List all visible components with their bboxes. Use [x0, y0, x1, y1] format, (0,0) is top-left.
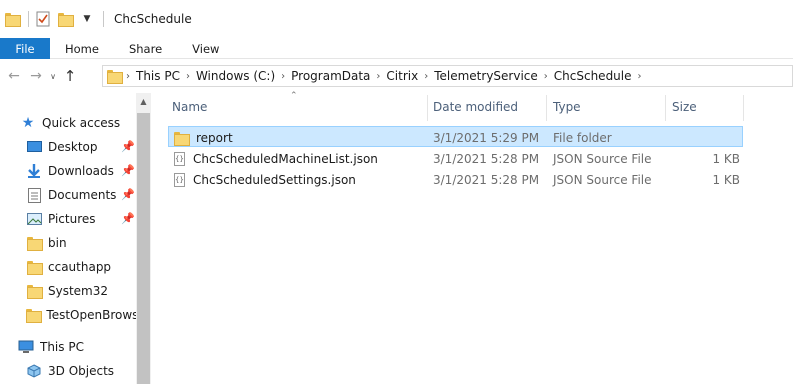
file-size: 1 KB	[712, 151, 740, 166]
address-bar[interactable]: › This PC › Windows (C:) › ProgramData ›…	[102, 65, 793, 87]
breadcrumb-this-pc[interactable]: This PC	[131, 69, 185, 83]
column-header-date-modified[interactable]: Date modified	[427, 93, 547, 121]
breadcrumb-telemetryservice[interactable]: TelemetryService	[429, 69, 543, 83]
file-type: File folder	[553, 130, 612, 145]
folder-icon	[26, 283, 43, 299]
tab-home[interactable]: Home	[50, 38, 114, 59]
nav-documents[interactable]: Documents 📌	[26, 183, 150, 207]
nav-bin[interactable]: bin	[26, 231, 150, 255]
cube-icon	[26, 363, 42, 379]
column-header-type[interactable]: Type	[547, 93, 665, 121]
pictures-icon	[26, 211, 42, 227]
breadcrumb-windows-c[interactable]: Windows (C:)	[191, 69, 280, 83]
nav-testopenbrowse[interactable]: TestOpenBrowse	[26, 303, 136, 327]
forward-button[interactable]: →	[25, 65, 47, 87]
scroll-thumb[interactable]	[137, 113, 150, 384]
folder-icon[interactable]	[4, 11, 21, 27]
file-size: 1 KB	[712, 172, 740, 187]
navigation-bar: ← → ∨ ↑ › This PC › Windows (C:) › Progr…	[0, 59, 793, 93]
nav-pane-scrollbar[interactable]: ▲	[136, 93, 151, 384]
tab-view[interactable]: View	[177, 38, 234, 59]
file-type: JSON Source File	[553, 151, 652, 166]
documents-icon	[26, 187, 42, 203]
file-date: 3/1/2021 5:29 PM	[433, 130, 540, 145]
column-header-name[interactable]: Name	[166, 93, 426, 121]
file-list: ⌃ Name Date modified Type Size report 3/…	[152, 91, 793, 384]
file-size	[672, 127, 740, 148]
folder-icon	[26, 235, 43, 251]
pin-icon[interactable]: 📌	[121, 188, 135, 201]
divider	[103, 11, 104, 27]
folder-icon	[26, 307, 43, 323]
title-bar: ▼ ChcSchedule	[0, 0, 793, 38]
nav-ccauthapp[interactable]: ccauthapp	[26, 255, 150, 279]
pin-icon[interactable]: 📌	[121, 164, 135, 177]
file-name-cell: {} ChcScheduledMachineList.json	[174, 148, 378, 169]
nav-this-pc[interactable]: This PC	[18, 335, 150, 359]
json-file-icon: {}	[174, 172, 185, 187]
tab-file[interactable]: File	[0, 38, 50, 59]
up-button[interactable]: ↑	[59, 65, 81, 87]
desktop-icon	[26, 139, 42, 155]
download-icon	[26, 163, 42, 179]
nav-desktop[interactable]: Desktop 📌	[26, 135, 150, 159]
column-header-size[interactable]: Size	[666, 93, 743, 121]
chevron-down-icon[interactable]: ▼	[79, 11, 95, 27]
nav-quick-access[interactable]: ★ Quick access	[20, 111, 150, 135]
file-type: JSON Source File	[553, 172, 652, 187]
file-row-report[interactable]: report 3/1/2021 5:29 PM File folder	[168, 126, 743, 147]
nav-system32[interactable]: System32	[26, 279, 150, 303]
nav-pictures[interactable]: Pictures 📌	[26, 207, 150, 231]
file-name: ChcScheduledSettings.json	[193, 172, 356, 187]
folder-icon	[174, 131, 190, 146]
scroll-up-arrow-icon[interactable]: ▲	[136, 93, 151, 110]
window-title: ChcSchedule	[114, 12, 192, 26]
recent-locations-button[interactable]: ∨	[47, 65, 59, 87]
tab-share[interactable]: Share	[114, 38, 177, 59]
file-date: 3/1/2021 5:28 PM	[433, 172, 540, 187]
back-button[interactable]: ←	[3, 65, 25, 87]
folder-icon	[107, 70, 123, 84]
new-folder-icon[interactable]	[57, 11, 74, 27]
file-name: report	[196, 130, 233, 145]
pin-icon[interactable]: 📌	[121, 212, 135, 225]
file-row-machinelist[interactable]: {} ChcScheduledMachineList.json 3/1/2021…	[168, 148, 743, 169]
computer-icon	[18, 339, 34, 355]
properties-icon[interactable]	[35, 11, 51, 27]
folder-icon	[26, 259, 43, 275]
breadcrumb-citrix[interactable]: Citrix	[381, 69, 423, 83]
chevron-right-icon[interactable]: ›	[637, 71, 643, 82]
pin-icon[interactable]: 📌	[121, 140, 135, 153]
divider	[28, 11, 29, 27]
file-name-cell: {} ChcScheduledSettings.json	[174, 169, 356, 190]
breadcrumb-chcschedule[interactable]: ChcSchedule	[549, 69, 637, 83]
file-name-cell: report	[174, 127, 233, 148]
nav-downloads[interactable]: Downloads 📌	[26, 159, 150, 183]
breadcrumb-programdata[interactable]: ProgramData	[286, 69, 375, 83]
nav-3d-objects[interactable]: 3D Objects	[26, 359, 150, 383]
file-row-settings[interactable]: {} ChcScheduledSettings.json 3/1/2021 5:…	[168, 169, 743, 190]
column-divider[interactable]	[743, 95, 744, 121]
json-file-icon: {}	[174, 151, 185, 166]
ribbon-tabs: File Home Share View	[0, 38, 793, 59]
file-date: 3/1/2021 5:28 PM	[433, 151, 540, 166]
star-icon: ★	[21, 115, 35, 131]
file-name: ChcScheduledMachineList.json	[193, 151, 378, 166]
navigation-pane: ★ Quick access Desktop 📌 Downloads 📌 Doc…	[0, 93, 150, 384]
